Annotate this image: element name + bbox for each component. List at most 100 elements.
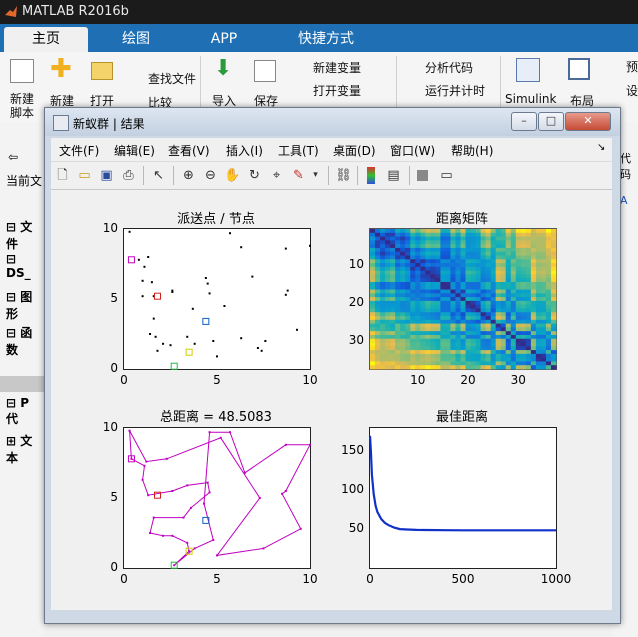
menu-file[interactable]: 文件(F) [59, 142, 99, 159]
axes4-plot[interactable] [368, 427, 557, 569]
layout-icon[interactable] [568, 58, 590, 80]
legend-icon[interactable]: ▤ [385, 167, 402, 184]
brush-dropdown-icon[interactable]: ▾ [307, 167, 324, 184]
heatmap-cell [435, 312, 441, 317]
brush-icon[interactable]: ✎ [290, 167, 307, 184]
heatmap-cell [370, 304, 376, 309]
folder-item[interactable]: ⊟ DS_ [6, 252, 44, 280]
pan-icon[interactable]: ✋ [224, 167, 241, 184]
heatmap-cell [435, 297, 441, 302]
figure-titlebar[interactable]: 新蚁群 | 结果 – □ ✕ [45, 108, 620, 136]
folder-item[interactable]: ⊞ 文本 [6, 432, 44, 466]
heatmap-cell [465, 232, 471, 237]
minimize-button[interactable]: – [511, 112, 537, 131]
save-workspace-icon[interactable] [254, 60, 276, 82]
heatmap-cell [550, 308, 557, 313]
heatmap-cell [480, 244, 487, 249]
heatmap-cell [420, 281, 426, 287]
new-file-icon[interactable]: 🗋 [54, 167, 71, 184]
run-and-time-button[interactable]: 运行并计时 [425, 82, 485, 99]
heatmap-cell [550, 236, 557, 241]
heatmap-cell [540, 236, 547, 241]
heatmap-cell [515, 334, 522, 340]
heatmap-cell [370, 232, 376, 237]
heatmap-cell [455, 278, 461, 283]
heatmap-cell [545, 361, 552, 366]
heatmap-cell [505, 323, 512, 328]
folder-item[interactable]: ⊟ 文件 [6, 218, 44, 252]
analyze-code-button[interactable]: 分析代码 [425, 59, 473, 76]
folder-item[interactable]: ⊟ 函数 [6, 324, 44, 358]
new-icon[interactable]: ✚ [50, 56, 72, 82]
menu-help[interactable]: 帮助(H) [451, 142, 493, 159]
heatmap-cell [485, 300, 492, 306]
menu-desktop[interactable]: 桌面(D) [333, 142, 376, 159]
open-folder-icon[interactable] [91, 62, 113, 80]
menu-view[interactable]: 查看(V) [168, 142, 210, 159]
heatmap-cell [455, 266, 461, 272]
heatmap-cell [435, 361, 441, 366]
zoom-out-icon[interactable]: ⊖ [202, 167, 219, 184]
heatmap-cell [395, 270, 401, 275]
heatmap-cell [425, 251, 431, 256]
import-icon[interactable]: ⬇ [214, 56, 232, 81]
close-button[interactable]: ✕ [565, 112, 611, 131]
new-script-label[interactable]: 新建 脚本 [10, 92, 34, 120]
pointer-icon[interactable]: ↖ [150, 167, 167, 184]
data-cursor-icon[interactable]: ⌖ [268, 167, 285, 184]
heatmap-cell [495, 338, 502, 343]
heatmap-cell [495, 259, 502, 264]
right-panel-link[interactable]: A [620, 194, 628, 207]
heatmap-cell [485, 281, 492, 287]
set-path-button[interactable]: 设 [626, 82, 638, 99]
colorbar-icon[interactable] [367, 167, 375, 184]
hide-plot-tools-icon[interactable] [417, 170, 428, 181]
heatmap-cell [525, 229, 532, 234]
tab-shortcuts[interactable]: 快捷方式 [270, 27, 382, 52]
tab-home[interactable]: 主页 [4, 27, 88, 52]
folder-item[interactable]: ⊟ P 代 [6, 396, 44, 427]
find-files-button[interactable]: 查找文件 [128, 70, 196, 87]
back-arrow-icon[interactable]: ⇦ [8, 150, 18, 164]
tab-apps[interactable]: APP [182, 27, 266, 52]
heatmap-cell [440, 274, 446, 279]
axes2-heatmap[interactable] [369, 228, 557, 370]
heatmap-cell [455, 316, 461, 321]
dock-arrow-icon[interactable]: ↘ [597, 142, 605, 153]
heatmap-cell [410, 293, 416, 298]
preferences-button[interactable]: 预 [626, 58, 638, 75]
folder-item[interactable]: ⊟ 图形 [6, 288, 44, 322]
menu-edit[interactable]: 编辑(E) [114, 142, 155, 159]
simulink-label[interactable]: Simulink [505, 92, 556, 106]
zoom-in-icon[interactable]: ⊕ [180, 167, 197, 184]
link-icon[interactable]: ⛓ [335, 167, 352, 184]
menu-insert[interactable]: 插入(I) [226, 142, 263, 159]
maximize-button[interactable]: □ [538, 112, 564, 131]
save-icon[interactable]: ▣ [98, 167, 115, 184]
new-variable-button[interactable]: 新建变量 [313, 59, 361, 76]
simulink-icon[interactable] [516, 58, 540, 82]
selected-row[interactable] [0, 376, 44, 392]
heatmap-cell [380, 353, 386, 359]
node-point [240, 246, 243, 249]
open-folder-icon[interactable]: ▭ [76, 167, 93, 184]
tab-plots[interactable]: 绘图 [94, 27, 178, 52]
heatmap-cell [455, 327, 461, 332]
print-icon[interactable]: ⎙ [120, 167, 137, 184]
axes3-plot[interactable] [123, 427, 311, 569]
heatmap-cell [400, 293, 406, 298]
axes1-plot[interactable] [123, 228, 311, 370]
heatmap-cell [485, 327, 492, 332]
new-script-icon[interactable] [10, 59, 34, 83]
menu-tools[interactable]: 工具(T) [278, 142, 319, 159]
heatmap-cell [535, 300, 542, 306]
show-plot-tools-icon[interactable]: ▭ [438, 167, 455, 184]
menu-window[interactable]: 窗口(W) [390, 142, 435, 159]
heatmap-cell [455, 353, 461, 359]
open-variable-button[interactable]: 打开变量 [313, 82, 361, 99]
heatmap-cell [500, 304, 507, 309]
heatmap-cell [405, 297, 411, 302]
heatmap-cell [440, 236, 446, 241]
rotate-icon[interactable]: ↻ [246, 167, 263, 184]
heatmap-cell [540, 300, 547, 306]
